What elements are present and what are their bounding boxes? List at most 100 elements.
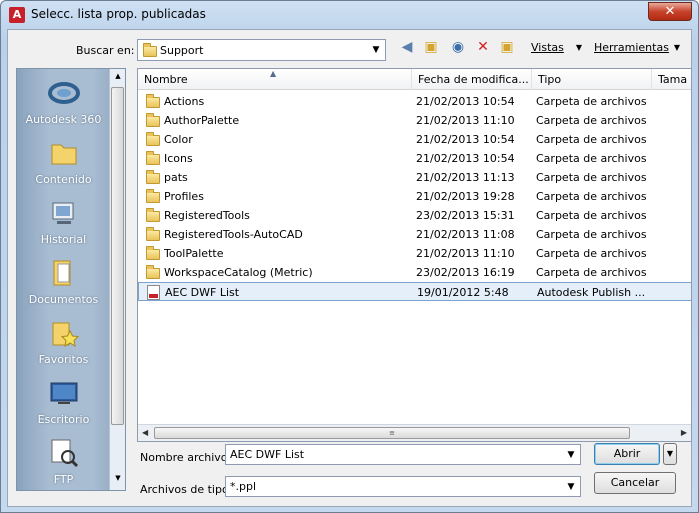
column-header-size[interactable]: Tama <box>652 69 691 90</box>
file-date: 19/01/2012 5:48 <box>417 286 509 299</box>
search-web-icon[interactable]: ◉ <box>449 38 467 56</box>
lookin-value: Support <box>160 44 204 57</box>
file-type: Autodesk Publish ... <box>537 286 646 299</box>
chevron-down-icon[interactable]: ▼ <box>564 479 578 495</box>
file-row[interactable]: Actions 21/02/2013 10:54 Carpeta de archiv… <box>138 92 691 111</box>
views-menu[interactable]: Vistas <box>531 41 564 54</box>
file-row[interactable]: AEC DWF List 19/01/2012 5:48 Autodesk Publ… <box>138 282 691 301</box>
file-list[interactable]: Nombre ▲ Fecha de modifica... Tipo Tama … <box>137 68 692 442</box>
folder-icon <box>48 137 80 169</box>
folder-icon <box>146 265 160 279</box>
file-date: 21/02/2013 19:28 <box>416 190 515 203</box>
place-label: Contenido <box>35 173 92 186</box>
filename-value[interactable]: AEC DWF List <box>230 448 304 461</box>
file-name: WorkspaceCatalog (Metric) <box>164 266 313 279</box>
places-bar: Autodesk 360 Contenido Historial Documen… <box>16 68 126 491</box>
file-name: Actions <box>164 95 205 108</box>
column-header-date[interactable]: Fecha de modifica... <box>412 69 532 90</box>
file-name: RegisteredTools <box>164 209 250 222</box>
history-icon <box>48 197 80 229</box>
file-type: Carpeta de archivos <box>536 247 647 260</box>
file-row[interactable]: RegisteredTools-AutoCAD 21/02/2013 11:08 C… <box>138 225 691 244</box>
filetype-value: *.ppl <box>230 480 257 493</box>
tools-dropdown-icon[interactable]: ▼ <box>668 39 686 57</box>
places-scroll-thumb[interactable] <box>111 87 124 425</box>
folder-icon <box>143 43 157 57</box>
file-row[interactable]: Icons 21/02/2013 10:54 Carpeta de archivos <box>138 149 691 168</box>
file-row[interactable]: AuthorPalette 21/02/2013 11:10 Carpeta de … <box>138 111 691 130</box>
file-name: ToolPalette <box>164 247 224 260</box>
file-type: Carpeta de archivos <box>536 190 647 203</box>
file-type: Carpeta de archivos <box>536 133 647 146</box>
file-row[interactable]: pats 21/02/2013 11:13 Carpeta de archivos <box>138 168 691 187</box>
file-type: Carpeta de archivos <box>536 266 647 279</box>
up-folder-icon[interactable]: ▣ <box>422 38 440 56</box>
horizontal-scrollbar[interactable]: ◀ ≡ ▶ <box>138 424 691 441</box>
dialog-client-area: Buscar en: Support ▼ ◀ ▣ ◉ ✕ ▣ Vistas ▼ … <box>7 29 692 507</box>
filename-combo[interactable]: AEC DWF List ▼ <box>225 444 581 465</box>
file-date: 21/02/2013 11:10 <box>416 247 515 260</box>
scroll-down-icon[interactable]: ▼ <box>112 474 124 486</box>
file-row[interactable]: ToolPalette 21/02/2013 11:10 Carpeta de ar… <box>138 244 691 263</box>
place-historial[interactable]: Historial <box>17 197 110 246</box>
delete-icon[interactable]: ✕ <box>474 38 492 56</box>
place-contenido[interactable]: Contenido <box>17 137 110 186</box>
folder-icon <box>146 189 160 203</box>
folder-icon <box>146 94 160 108</box>
place-label: Historial <box>40 233 87 246</box>
views-label: Vistas <box>531 41 564 54</box>
place-favoritos[interactable]: Favoritos <box>17 317 110 366</box>
column-header-type[interactable]: Tipo <box>532 69 652 90</box>
folder-icon <box>146 113 160 127</box>
folder-icon <box>146 246 160 260</box>
window-title: Selecc. lista prop. publicadas <box>31 7 206 21</box>
place-ftp[interactable]: FTP <box>17 437 110 486</box>
chevron-down-icon[interactable]: ▼ <box>369 42 383 58</box>
file-name: RegisteredTools-AutoCAD <box>164 228 303 241</box>
folder-icon <box>146 170 160 184</box>
open-button[interactable]: Abrir <box>594 443 660 465</box>
file-date: 21/02/2013 11:08 <box>416 228 515 241</box>
file-type: Carpeta de archivos <box>536 152 647 165</box>
horizontal-scroll-thumb[interactable]: ≡ <box>154 427 630 439</box>
lookin-combo[interactable]: Support ▼ <box>137 39 386 61</box>
back-arrow-icon[interactable]: ◀ <box>398 38 416 56</box>
file-type: Carpeta de archivos <box>536 95 647 108</box>
views-dropdown-icon[interactable]: ▼ <box>570 39 588 57</box>
folder-icon <box>146 208 160 222</box>
file-type: Carpeta de archivos <box>536 171 647 184</box>
open-options-button[interactable]: ▼ <box>663 443 677 465</box>
places-scrollbar[interactable]: ▲ ▼ <box>109 69 125 490</box>
new-folder-icon[interactable]: ▣ <box>498 38 516 56</box>
filetype-label: Archivos de tipo: <box>140 483 233 496</box>
place-label: Escritorio <box>37 413 90 426</box>
folder-icon <box>146 132 160 146</box>
list-header: Nombre ▲ Fecha de modifica... Tipo Tama <box>138 69 691 90</box>
desktop-icon <box>48 377 80 409</box>
filetype-combo[interactable]: *.ppl ▼ <box>225 476 581 497</box>
favorites-icon <box>48 317 80 349</box>
file-row[interactable]: WorkspaceCatalog (Metric) 23/02/2013 16:1… <box>138 263 691 282</box>
file-name: Profiles <box>164 190 204 203</box>
cancel-button[interactable]: Cancelar <box>594 472 676 494</box>
file-name: Color <box>164 133 193 146</box>
file-row[interactable]: Color 21/02/2013 10:54 Carpeta de archivos <box>138 130 691 149</box>
file-icon <box>147 285 160 300</box>
scroll-right-icon[interactable]: ▶ <box>681 428 687 437</box>
folder-icon <box>146 151 160 165</box>
file-row[interactable]: Profiles 21/02/2013 19:28 Carpeta de archi… <box>138 187 691 206</box>
chevron-down-icon[interactable]: ▼ <box>564 447 578 463</box>
place-autodesk-360[interactable]: Autodesk 360 <box>17 77 110 126</box>
tools-menu[interactable]: Herramientas <box>594 41 669 54</box>
scroll-up-icon[interactable]: ▲ <box>112 72 124 84</box>
file-date: 21/02/2013 10:54 <box>416 152 515 165</box>
place-escritorio[interactable]: Escritorio <box>17 377 110 426</box>
scroll-left-icon[interactable]: ◀ <box>142 428 148 437</box>
close-button[interactable]: ✕ <box>648 2 692 21</box>
file-date: 23/02/2013 15:31 <box>416 209 515 222</box>
file-date: 21/02/2013 10:54 <box>416 95 515 108</box>
file-row[interactable]: RegisteredTools 23/02/2013 15:31 Carpeta d… <box>138 206 691 225</box>
file-date: 21/02/2013 11:10 <box>416 114 515 127</box>
place-documentos[interactable]: Documentos <box>17 257 110 306</box>
place-label: Favoritos <box>38 353 89 366</box>
